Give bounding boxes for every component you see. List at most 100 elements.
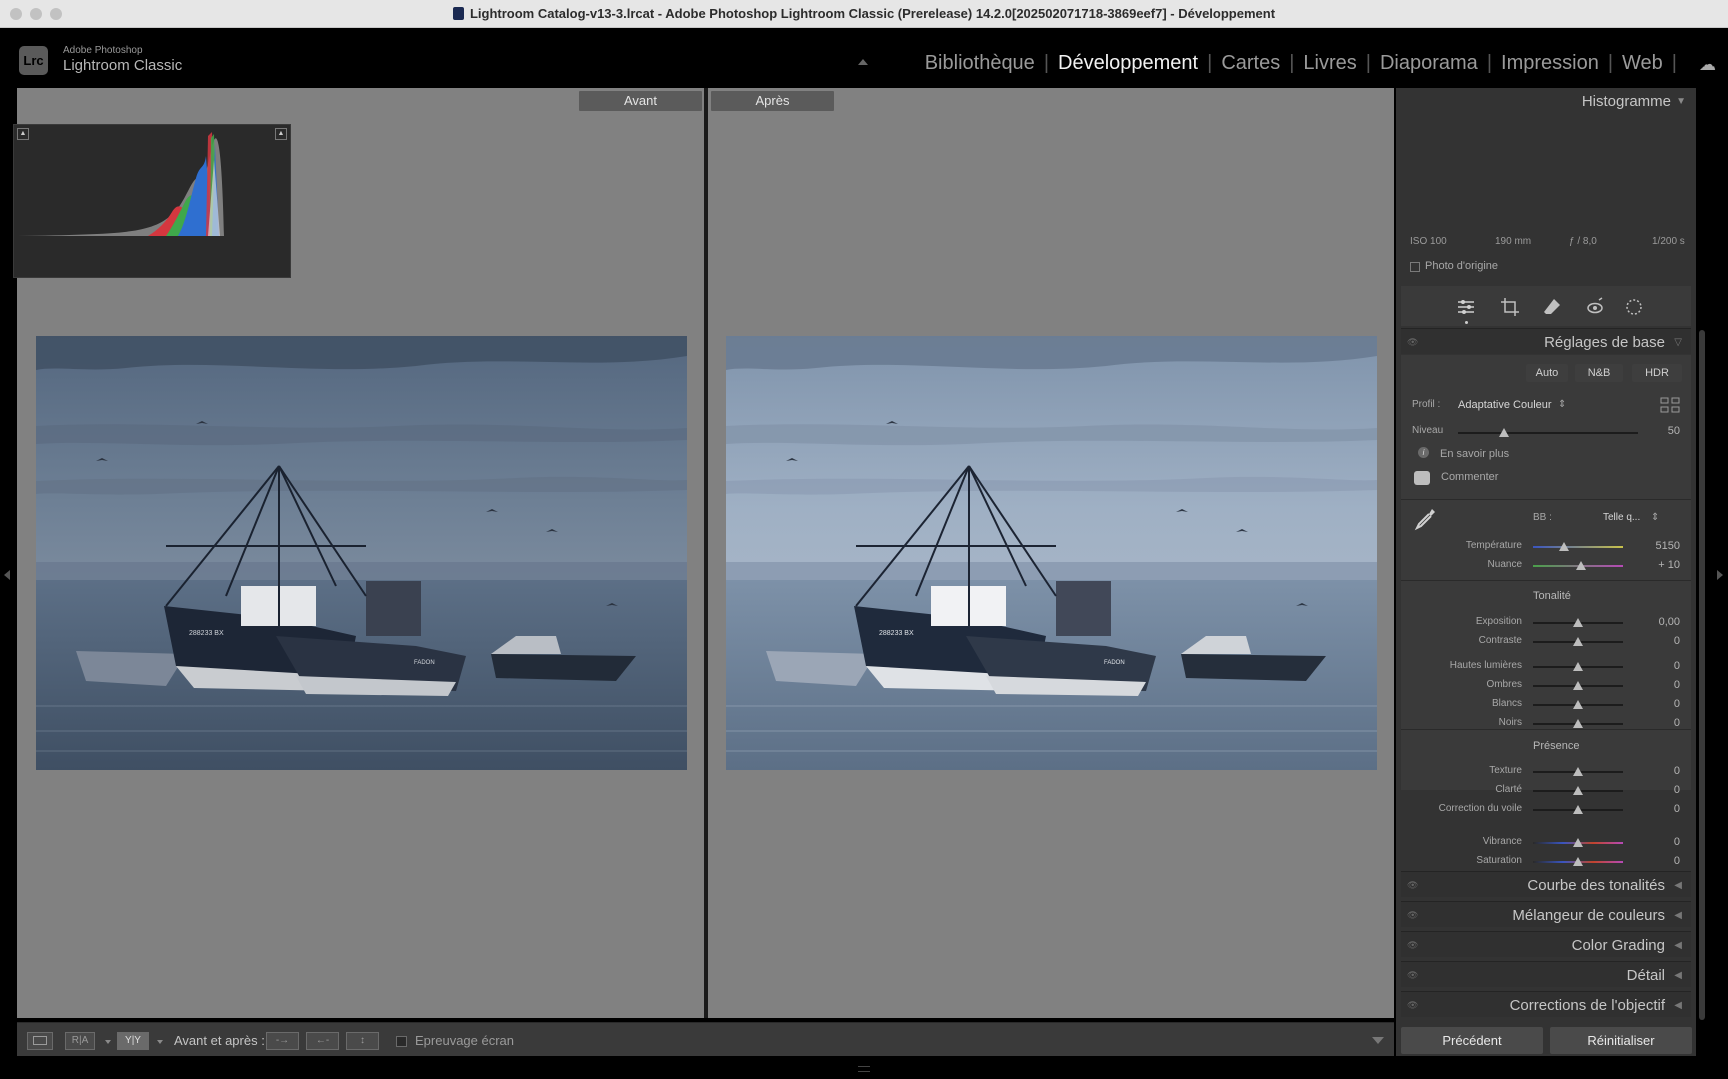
profile-browser-icon[interactable] bbox=[1660, 397, 1680, 413]
module-bibliotheque[interactable]: Bibliothèque bbox=[925, 52, 1035, 74]
slider-value[interactable]: 0 bbox=[1630, 679, 1680, 691]
before-after-split-button[interactable]: R|A bbox=[65, 1032, 95, 1050]
section-tone-curve[interactable]: 👁 Courbe des tonalités ◀ bbox=[1401, 871, 1691, 897]
slider-value[interactable]: 0 bbox=[1630, 855, 1680, 867]
slider-value[interactable]: 0 bbox=[1630, 803, 1680, 815]
after-photo[interactable]: 288233 BX FADON bbox=[726, 336, 1377, 770]
module-diaporama[interactable]: Diaporama bbox=[1380, 52, 1478, 74]
edit-sliders-icon[interactable] bbox=[1456, 297, 1476, 317]
color-grading-expand-icon[interactable]: ◀ bbox=[1674, 940, 1682, 951]
bw-button[interactable]: N&B bbox=[1575, 364, 1623, 382]
profile-dropdown-icon[interactable]: ⇕ bbox=[1558, 399, 1566, 410]
color-mixer-expand-icon[interactable]: ◀ bbox=[1674, 910, 1682, 921]
slider-thumb[interactable] bbox=[1573, 681, 1583, 690]
collapse-top-panel-icon[interactable] bbox=[858, 59, 868, 65]
auto-button[interactable]: Auto bbox=[1526, 364, 1568, 382]
section-lens-corrections[interactable]: 👁 Corrections de l'objectif ◀ bbox=[1401, 991, 1691, 1017]
before-photo[interactable]: 288233 BX FADON bbox=[36, 336, 687, 770]
profile-dropdown[interactable]: Adaptative Couleur bbox=[1458, 399, 1552, 411]
tint-slider-thumb[interactable] bbox=[1576, 561, 1586, 570]
slider-thumb[interactable] bbox=[1573, 767, 1583, 776]
section-color-mixer[interactable]: 👁 Mélangeur de couleurs ◀ bbox=[1401, 901, 1691, 927]
section-detail[interactable]: 👁 Détail ◀ bbox=[1401, 961, 1691, 987]
level-value[interactable]: 50 bbox=[1650, 425, 1680, 437]
basic-visibility-icon[interactable]: 👁 bbox=[1407, 337, 1418, 348]
wb-dropdown-icon[interactable]: ⇕ bbox=[1651, 512, 1659, 523]
copy-after-to-before-button[interactable]: ←- bbox=[306, 1032, 339, 1050]
softproof-checkbox[interactable] bbox=[396, 1036, 407, 1047]
loupe-view-button[interactable] bbox=[27, 1032, 53, 1050]
collapse-right-panel-icon[interactable] bbox=[1717, 570, 1723, 580]
previous-button[interactable]: Précédent bbox=[1401, 1027, 1543, 1054]
slider-thumb[interactable] bbox=[1573, 662, 1583, 671]
histogram-collapse-icon[interactable]: ▼ bbox=[1676, 96, 1686, 107]
histogram-title[interactable]: Histogramme bbox=[1582, 93, 1671, 110]
color-grading-visibility-icon[interactable]: 👁 bbox=[1407, 940, 1418, 951]
wb-dropdown[interactable]: Telle q... bbox=[1603, 512, 1640, 523]
original-photo-checkbox[interactable] bbox=[1410, 262, 1420, 272]
color-mixer-visibility-icon[interactable]: 👁 bbox=[1407, 910, 1418, 921]
slider-value[interactable]: 0 bbox=[1630, 635, 1680, 647]
slider-value[interactable]: 0 bbox=[1630, 784, 1680, 796]
slider-thumb[interactable] bbox=[1573, 786, 1583, 795]
wb-label: BB : bbox=[1533, 512, 1552, 523]
slider-thumb[interactable] bbox=[1573, 857, 1583, 866]
slider-value[interactable]: 0 bbox=[1630, 717, 1680, 729]
level-slider-thumb[interactable] bbox=[1499, 428, 1509, 437]
comment-link[interactable]: Commenter bbox=[1441, 471, 1498, 483]
slider-value[interactable]: 0 bbox=[1630, 765, 1680, 777]
hdr-button[interactable]: HDR bbox=[1632, 364, 1682, 382]
basic-collapse-icon[interactable]: ▽ bbox=[1674, 337, 1682, 348]
tone-curve-visibility-icon[interactable]: 👁 bbox=[1407, 880, 1418, 891]
module-developpement[interactable]: Développement bbox=[1058, 52, 1198, 74]
crop-icon[interactable] bbox=[1500, 297, 1520, 317]
module-impression[interactable]: Impression bbox=[1501, 52, 1599, 74]
cloud-sync-icon[interactable]: ☁ bbox=[1699, 55, 1716, 75]
temp-slider-track[interactable] bbox=[1533, 546, 1623, 548]
detail-visibility-icon[interactable]: 👁 bbox=[1407, 970, 1418, 981]
learn-more-link[interactable]: En savoir plus bbox=[1440, 448, 1509, 460]
slider-thumb[interactable] bbox=[1573, 719, 1583, 728]
slider-label: Exposition bbox=[1475, 616, 1522, 627]
slider-thumb[interactable] bbox=[1573, 805, 1583, 814]
lens-expand-icon[interactable]: ◀ bbox=[1674, 1000, 1682, 1011]
tint-value[interactable]: + 10 bbox=[1630, 559, 1680, 571]
filmstrip-toggle-icon[interactable] bbox=[858, 1066, 870, 1072]
split-mode-dropdown-icon[interactable] bbox=[105, 1040, 111, 1044]
slider-label: Correction du voile bbox=[1438, 803, 1522, 814]
detail-expand-icon[interactable]: ◀ bbox=[1674, 970, 1682, 981]
iso-info: ISO 100 bbox=[1410, 236, 1447, 247]
slider-thumb[interactable] bbox=[1573, 838, 1583, 847]
toolbar-options-icon[interactable] bbox=[1372, 1037, 1384, 1044]
slider-value[interactable]: 0 bbox=[1630, 836, 1680, 848]
slider-thumb[interactable] bbox=[1573, 618, 1583, 627]
masking-icon[interactable] bbox=[1624, 297, 1644, 317]
shutter-info: 1/200 s bbox=[1652, 236, 1685, 247]
heal-eraser-icon[interactable] bbox=[1542, 297, 1562, 317]
lens-visibility-icon[interactable]: 👁 bbox=[1407, 1000, 1418, 1011]
slider-value[interactable]: 0 bbox=[1630, 698, 1680, 710]
expand-left-panel-icon[interactable] bbox=[4, 570, 10, 580]
reset-button[interactable]: Réinitialiser bbox=[1550, 1027, 1692, 1054]
slider-thumb[interactable] bbox=[1573, 637, 1583, 646]
slider-value[interactable]: 0 bbox=[1630, 660, 1680, 672]
copy-before-to-after-button[interactable]: -→ bbox=[266, 1032, 299, 1050]
slider-value[interactable]: 0,00 bbox=[1630, 616, 1680, 628]
temp-value[interactable]: 5150 bbox=[1630, 540, 1680, 552]
swap-before-after-button[interactable]: ↕ bbox=[346, 1032, 379, 1050]
side-mode-dropdown-icon[interactable] bbox=[157, 1040, 163, 1044]
before-after-side-button[interactable]: Y|Y bbox=[117, 1032, 149, 1050]
basic-section-header[interactable]: 👁 Réglages de base ▽ bbox=[1401, 328, 1691, 354]
red-eye-icon[interactable] bbox=[1585, 297, 1605, 317]
panel-scrollbar[interactable] bbox=[1699, 330, 1705, 1020]
slider-thumb[interactable] bbox=[1573, 700, 1583, 709]
module-livres[interactable]: Livres bbox=[1303, 52, 1356, 74]
module-web[interactable]: Web bbox=[1622, 52, 1663, 74]
section-color-grading[interactable]: 👁 Color Grading ◀ bbox=[1401, 931, 1691, 957]
tone-curve-expand-icon[interactable]: ◀ bbox=[1674, 880, 1682, 891]
level-slider-track[interactable] bbox=[1458, 432, 1638, 434]
temp-slider-thumb[interactable] bbox=[1559, 542, 1569, 551]
profile-label: Profil : bbox=[1412, 399, 1441, 410]
wb-eyedropper-icon[interactable] bbox=[1412, 506, 1438, 532]
module-cartes[interactable]: Cartes bbox=[1221, 52, 1280, 74]
